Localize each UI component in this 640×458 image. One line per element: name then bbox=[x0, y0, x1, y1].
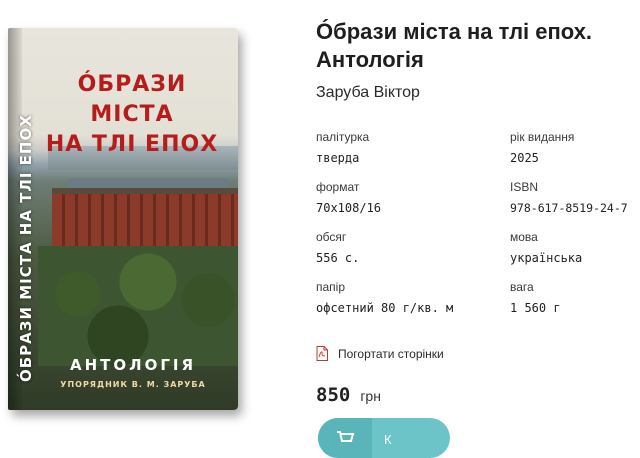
cart-icon-area bbox=[318, 418, 372, 458]
spec-label: ISBN bbox=[510, 180, 539, 194]
pdf-icon bbox=[316, 346, 328, 361]
add-to-cart-label: К bbox=[384, 432, 392, 447]
book-cover[interactable]: ÓБРАЗИ МІСТА НА ТЛІ ЕПОХ ÓБРАЗИ МІСТА НА… bbox=[8, 28, 238, 410]
cover-compiler: УПОРЯДНИК В. М. ЗАРУБА bbox=[60, 380, 206, 389]
spec-value: 2025 bbox=[510, 151, 539, 165]
spec-label: формат bbox=[316, 180, 360, 194]
spec-value: офсетний 80 г/кв. м bbox=[316, 301, 454, 315]
preview-pages-label: Погортати сторінки bbox=[338, 346, 444, 361]
spec-label: вага bbox=[510, 280, 534, 294]
spec-label: палітурка bbox=[316, 130, 370, 144]
cart-icon bbox=[337, 431, 355, 442]
spec-label: рік видання bbox=[510, 130, 575, 144]
spec-value: 1 560 г bbox=[510, 301, 561, 315]
price-amount: 850 bbox=[316, 384, 351, 406]
spec-value: 556 с. bbox=[316, 251, 360, 265]
spec-label: мова bbox=[510, 230, 538, 244]
spec-value: тверда bbox=[316, 151, 360, 165]
cover-trees bbox=[38, 246, 238, 366]
spec-value: українська bbox=[510, 251, 583, 265]
cover-title: ÓБРАЗИ МІСТА НА ТЛІ ЕПОХ bbox=[38, 70, 226, 160]
price-currency: грн bbox=[360, 388, 381, 404]
price: 850 грн bbox=[316, 384, 381, 406]
spec-label: обсяг bbox=[316, 230, 347, 244]
book-title: Óбрази міста на тлі епох. Антологія bbox=[316, 19, 593, 72]
add-to-cart-button[interactable]: К bbox=[318, 418, 450, 458]
spec-value: 70x108/16 bbox=[316, 201, 382, 215]
preview-pages-link[interactable]: Погортати сторінки bbox=[316, 346, 444, 361]
spec-label: папір bbox=[316, 280, 346, 294]
cover-title-line-2: НА ТЛІ ЕПОХ bbox=[45, 132, 219, 157]
cover-spine-text: ÓБРАЗИ МІСТА НА ТЛІ ЕПОХ bbox=[17, 114, 35, 382]
spec-value: 978-617-8519-24-7 bbox=[510, 201, 628, 215]
book-author[interactable]: Заруба Віктор bbox=[316, 84, 420, 102]
cover-anthology: АНТОЛОГІЯ bbox=[69, 356, 197, 374]
cover-title-line-1: ÓБРАЗИ МІСТА bbox=[77, 72, 187, 127]
